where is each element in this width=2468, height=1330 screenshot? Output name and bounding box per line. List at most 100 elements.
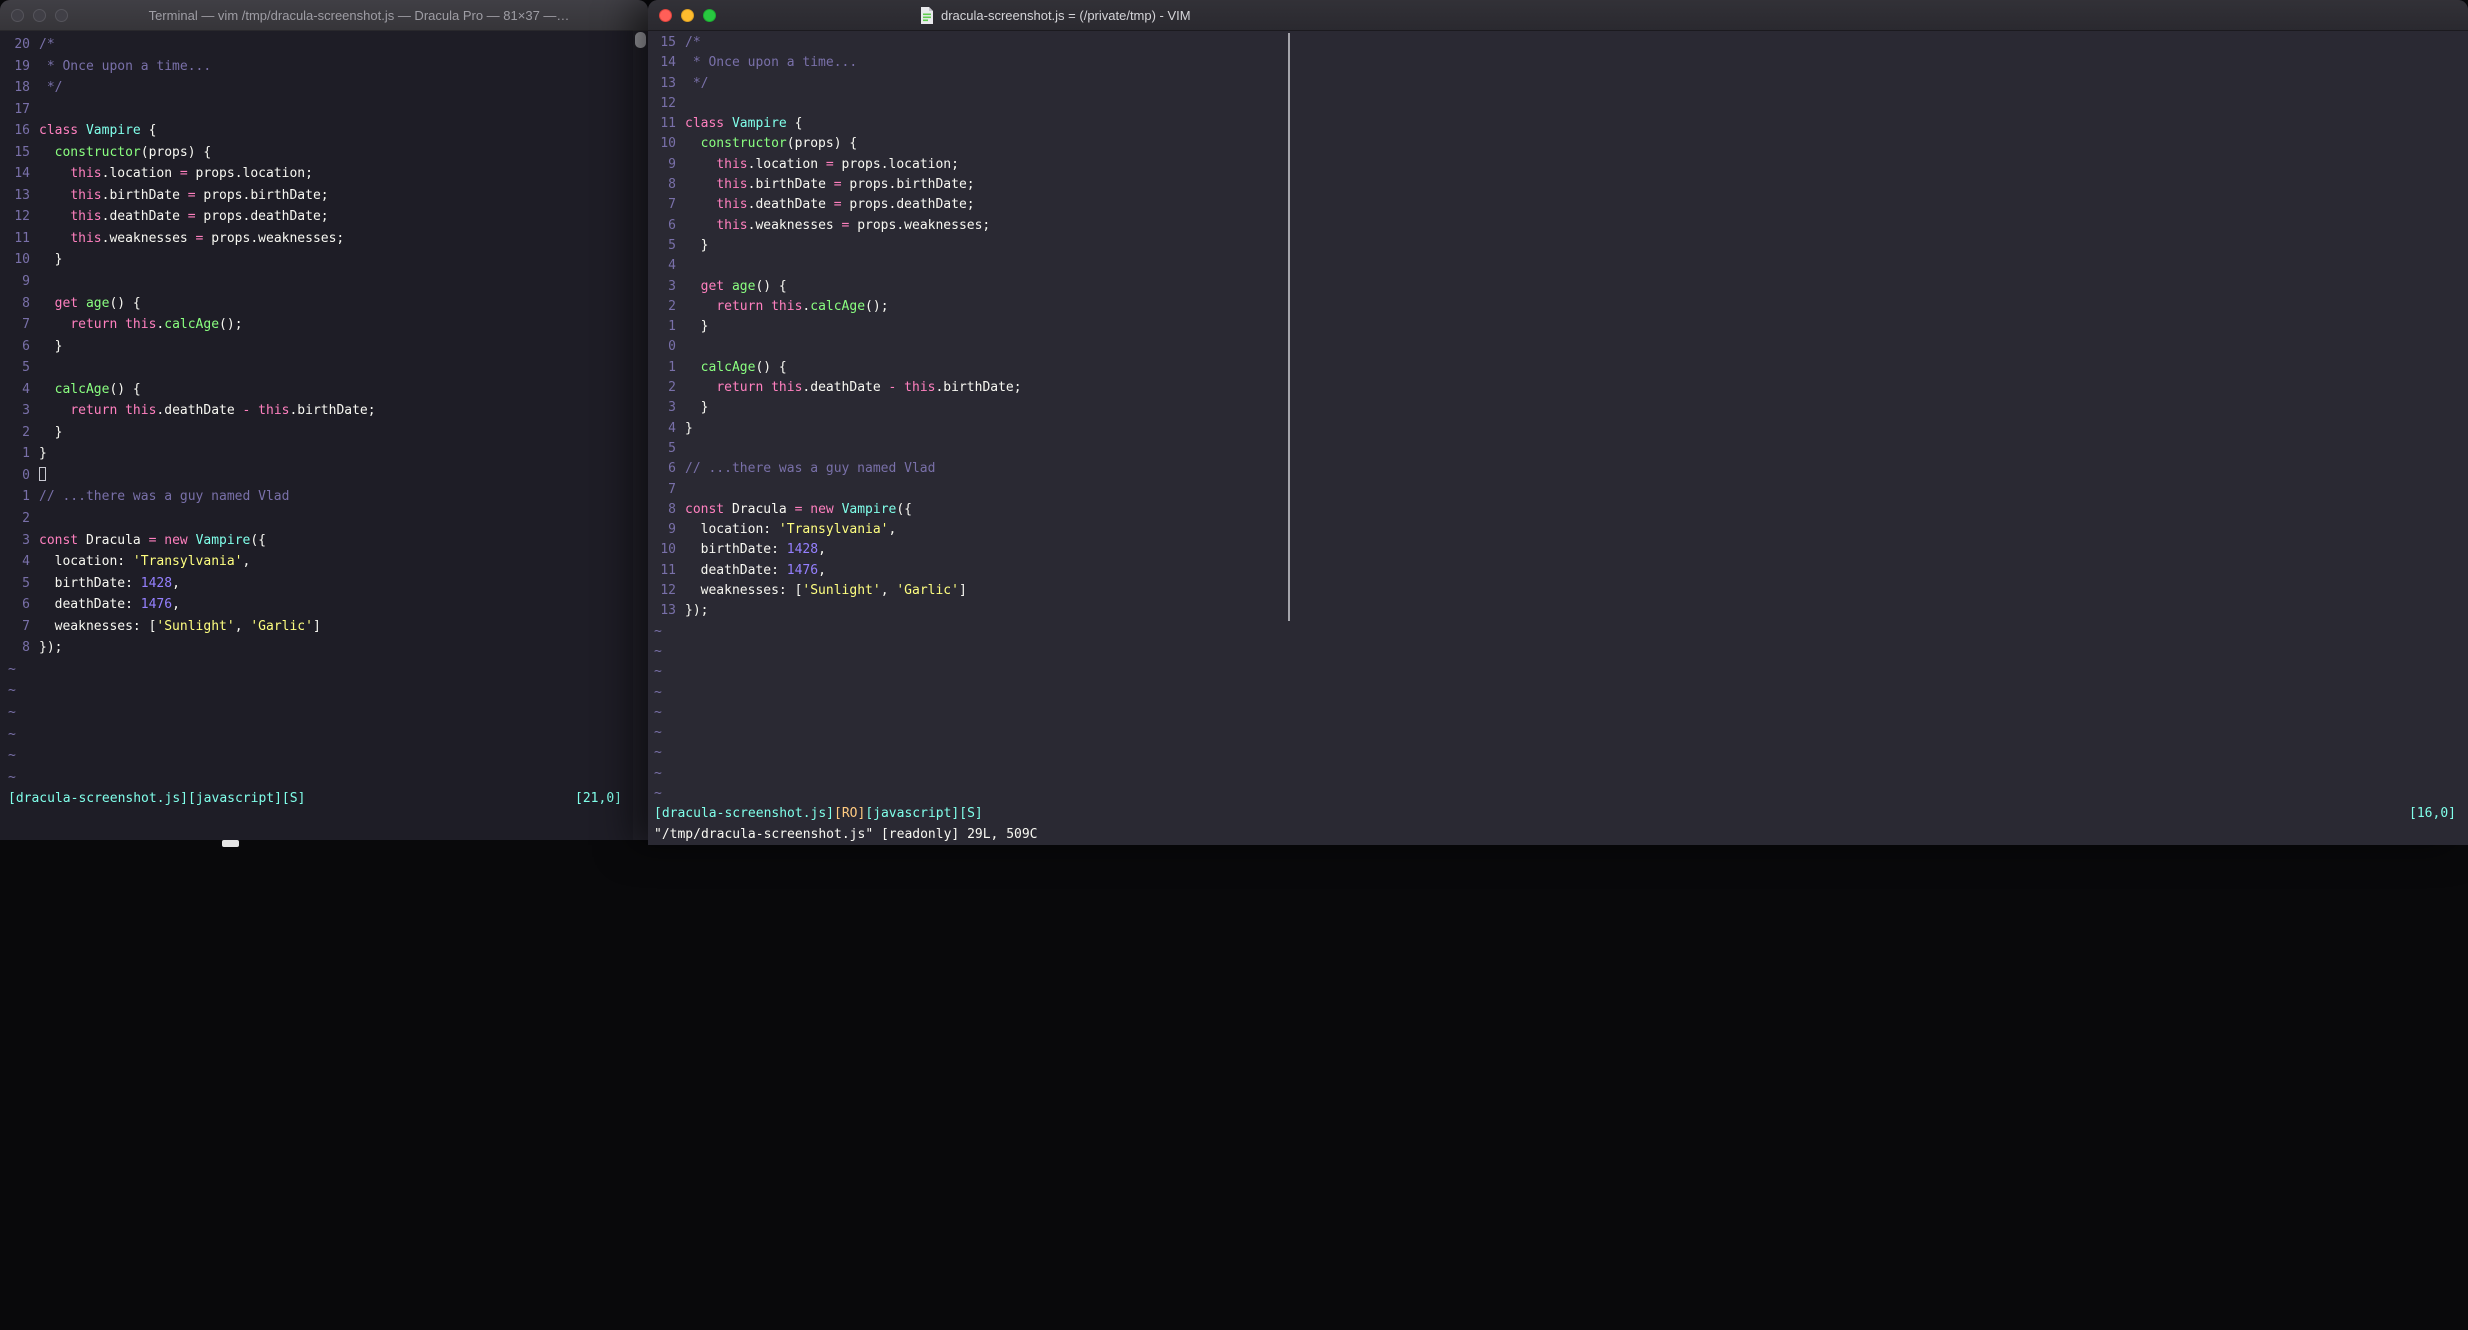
code-line[interactable]: 10 constructor(props) { bbox=[654, 134, 2468, 154]
code-line[interactable]: 8 this.birthDate = props.birthDate; bbox=[654, 175, 2468, 195]
code-line[interactable]: 13 this.birthDate = props.birthDate; bbox=[8, 185, 648, 207]
code-text: } bbox=[685, 400, 709, 416]
editor-rows: 15/* 14 * Once upon a time... 13 */12 11 cla… bbox=[654, 33, 2468, 845]
title-group: dracula-screenshot.js = (/private/tmp) -… bbox=[920, 0, 1191, 30]
code-line[interactable]: 4} bbox=[654, 419, 2468, 439]
code-text: /* bbox=[39, 37, 55, 52]
code-line[interactable]: 4 calcAge() { bbox=[8, 379, 648, 401]
code-line[interactable]: 13}); bbox=[654, 601, 2468, 621]
code-line[interactable]: 8 get age() { bbox=[8, 293, 648, 315]
vim-editor-area[interactable]: 20/* 19 * Once upon a time... 18 */17 16 cla… bbox=[0, 30, 648, 840]
code-text: birthDate: 1428, bbox=[685, 542, 826, 558]
scrollbar-thumb[interactable] bbox=[1288, 33, 1290, 621]
code-line[interactable]: 3 get age() { bbox=[654, 277, 2468, 297]
line-number: 20 bbox=[14, 37, 30, 52]
line-number: 19 bbox=[14, 58, 30, 74]
code-line[interactable]: 6 } bbox=[8, 336, 648, 358]
code-line[interactable]: 2 return this.calcAge(); bbox=[654, 297, 2468, 317]
code-line[interactable]: 5 birthDate: 1428, bbox=[8, 573, 648, 595]
code-line[interactable]: 9 this.location = props.location; bbox=[654, 155, 2468, 175]
scrollbar-track[interactable] bbox=[633, 30, 648, 840]
code-line[interactable]: 1} bbox=[8, 443, 648, 465]
code-line[interactable]: 8 const Dracula = new Vampire({ bbox=[654, 500, 2468, 520]
code-text: return this.deathDate - this.birthDate; bbox=[70, 403, 376, 419]
code-line[interactable]: 11 this.weaknesses = props.weaknesses; bbox=[8, 228, 648, 250]
minimize-button[interactable] bbox=[33, 8, 46, 22]
code-line[interactable]: 7 this.deathDate = props.deathDate; bbox=[654, 195, 2468, 215]
code-text: } bbox=[39, 252, 63, 268]
code-line[interactable]: 17 bbox=[8, 99, 648, 121]
code-line[interactable]: 15 constructor(props) { bbox=[8, 142, 648, 164]
code-line[interactable]: 10 } bbox=[8, 249, 648, 271]
code-line[interactable]: 12 this.deathDate = props.deathDate; bbox=[8, 206, 648, 228]
js-file-icon bbox=[920, 6, 934, 24]
line-number: 7 bbox=[668, 481, 676, 497]
code-line[interactable]: 14 * Once upon a time... bbox=[654, 53, 2468, 73]
empty-line-tilde: ~ bbox=[654, 664, 662, 680]
code-line[interactable]: 12 weaknesses: ['Sunlight', 'Garlic'] bbox=[654, 581, 2468, 601]
line-number: 8 bbox=[668, 501, 676, 517]
code-line[interactable]: 9 location: 'Transylvania', bbox=[654, 520, 2468, 540]
code-line[interactable]: 0 bbox=[8, 465, 648, 487]
code-line[interactable]: 6 deathDate: 1476, bbox=[8, 594, 648, 616]
zoom-button[interactable] bbox=[703, 8, 716, 22]
macvim-titlebar[interactable]: dracula-screenshot.js = (/private/tmp) -… bbox=[648, 0, 2468, 31]
code-line[interactable]: 14 this.location = props.location; bbox=[8, 163, 648, 185]
code-line[interactable]: 3 const Dracula = new Vampire({ bbox=[8, 530, 648, 552]
terminal-titlebar[interactable]: Terminal — vim /tmp/dracula-screenshot.j… bbox=[0, 0, 648, 31]
vim-statusline: [dracula-screenshot.js][javascript][S] [2… bbox=[8, 788, 648, 810]
code-line[interactable]: 1 calcAge() { bbox=[654, 358, 2468, 378]
code-line[interactable]: 11 deathDate: 1476, bbox=[654, 561, 2468, 581]
code-line[interactable]: 9 bbox=[8, 271, 648, 293]
scrollbar-thumb[interactable] bbox=[635, 32, 646, 48]
line-number: 2 bbox=[22, 511, 30, 527]
code-line[interactable]: 12 bbox=[654, 94, 2468, 114]
line-number: 4 bbox=[668, 420, 676, 436]
code-line[interactable]: 1 // ...there was a guy named Vlad bbox=[8, 486, 648, 508]
code-line[interactable]: 6 this.weaknesses = props.weaknesses; bbox=[654, 216, 2468, 236]
close-button[interactable] bbox=[11, 8, 24, 22]
code-line[interactable]: 7 return this.calcAge(); bbox=[8, 314, 648, 336]
code-line[interactable]: 19 * Once upon a time... bbox=[8, 56, 648, 78]
code-line[interactable]: 3 } bbox=[654, 398, 2468, 418]
code-line[interactable]: 0 bbox=[654, 337, 2468, 357]
close-button[interactable] bbox=[659, 8, 672, 22]
code-line[interactable]: 8}); bbox=[8, 637, 648, 659]
minimize-button[interactable] bbox=[681, 8, 694, 22]
code-line[interactable]: 4 bbox=[654, 256, 2468, 276]
code-line[interactable]: 20 /* bbox=[8, 34, 648, 56]
code-line[interactable]: 7 bbox=[654, 480, 2468, 500]
macvim-window: dracula-screenshot.js = (/private/tmp) -… bbox=[648, 0, 2468, 845]
code-line[interactable]: 15 /* bbox=[654, 33, 2468, 53]
line-number: 8 bbox=[22, 295, 30, 311]
zoom-button[interactable] bbox=[55, 8, 68, 22]
line-number: 12 bbox=[660, 583, 676, 599]
code-line[interactable]: 6 // ...there was a guy named Vlad bbox=[654, 459, 2468, 479]
code-line[interactable]: 5 bbox=[654, 439, 2468, 459]
code-line[interactable]: 2 bbox=[8, 508, 648, 530]
code-text: this.deathDate = props.deathDate; bbox=[70, 209, 329, 225]
line-number: 6 bbox=[22, 338, 30, 354]
code-line[interactable]: 13 */ bbox=[654, 74, 2468, 94]
code-line[interactable]: 16 class Vampire { bbox=[8, 120, 648, 142]
code-line[interactable]: 2 return this.deathDate - this.birthDate… bbox=[654, 378, 2468, 398]
code-text: const Dracula = new Vampire({ bbox=[685, 501, 913, 517]
code-line[interactable]: 4 location: 'Transylvania', bbox=[8, 551, 648, 573]
code-text: calcAge() { bbox=[700, 359, 787, 375]
code-line[interactable]: 2 } bbox=[8, 422, 648, 444]
code-line[interactable]: 3 return this.deathDate - this.birthDate… bbox=[8, 400, 648, 422]
code-text: * Once upon a time... bbox=[685, 55, 858, 71]
code-line[interactable]: 5 bbox=[8, 357, 648, 379]
code-line[interactable]: 11 class Vampire { bbox=[654, 114, 2468, 134]
code-line[interactable]: 7 weaknesses: ['Sunlight', 'Garlic'] bbox=[8, 616, 648, 638]
line-number: 11 bbox=[660, 116, 676, 132]
code-line[interactable]: 10 birthDate: 1428, bbox=[654, 540, 2468, 560]
code-line[interactable]: 5 } bbox=[654, 236, 2468, 256]
code-text: deathDate: 1476, bbox=[685, 562, 826, 578]
empty-line-tilde: ~ bbox=[8, 704, 16, 720]
line-number: 1 bbox=[668, 319, 676, 335]
code-line[interactable]: 18 */ bbox=[8, 77, 648, 99]
code-text: */ bbox=[685, 75, 709, 91]
vim-editor-area[interactable]: 15/* 14 * Once upon a time... 13 */12 11 cla… bbox=[648, 30, 2468, 845]
code-line[interactable]: 1 } bbox=[654, 317, 2468, 337]
